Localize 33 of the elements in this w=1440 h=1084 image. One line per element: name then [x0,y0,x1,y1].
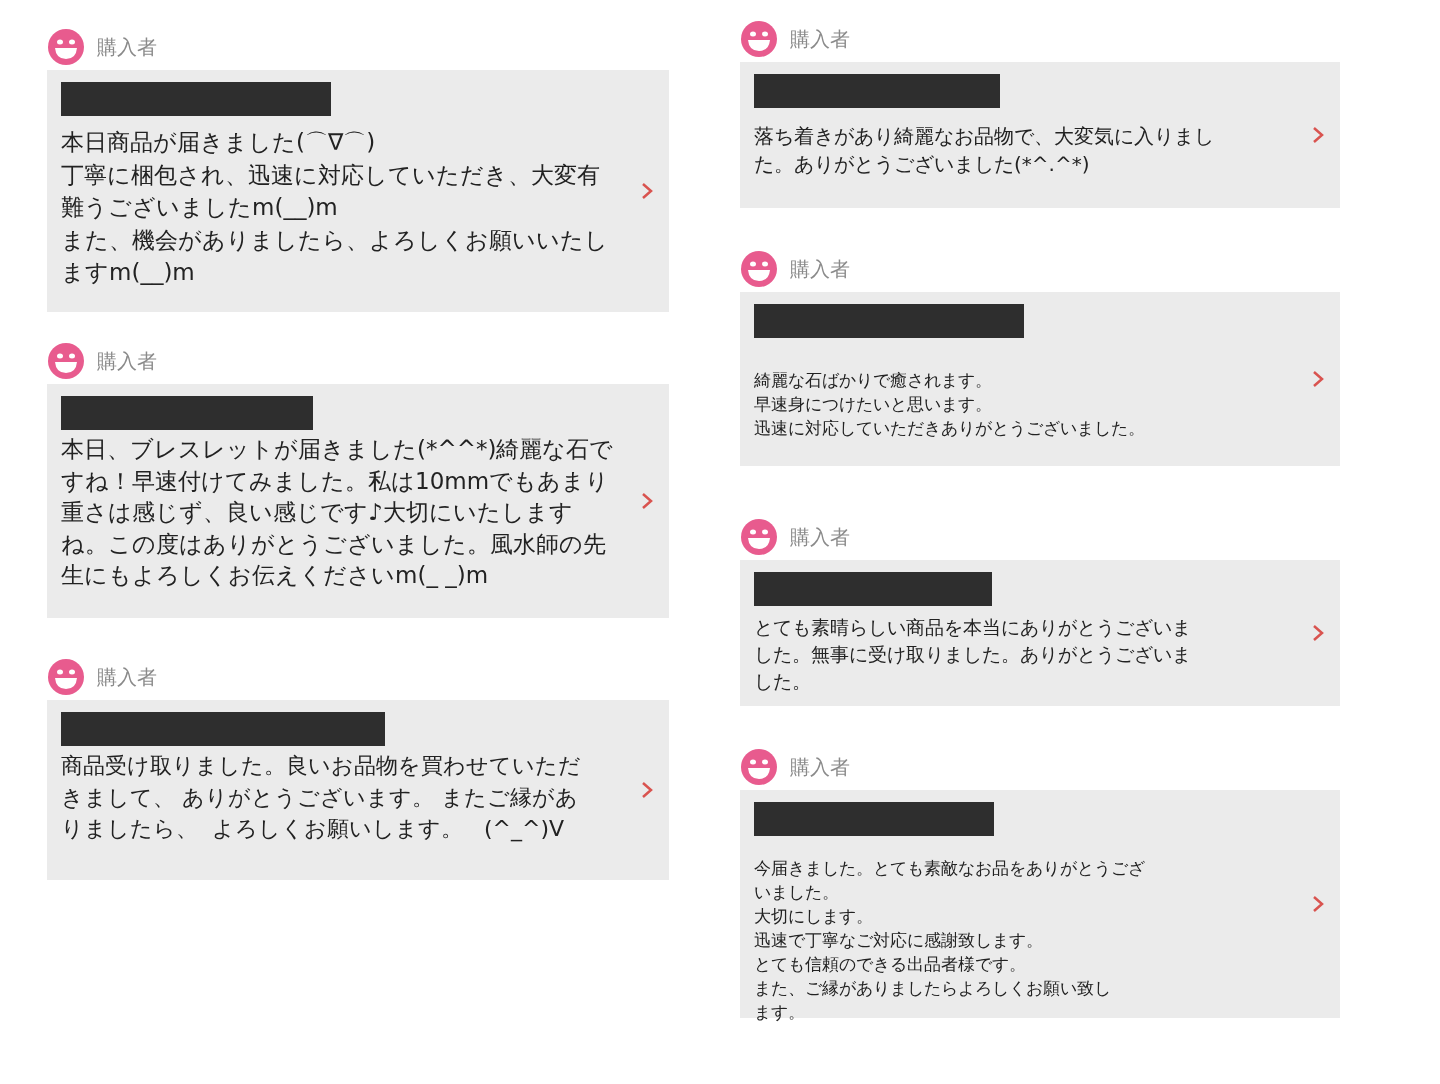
review-text: 本日、ブレスレットが届きました(*^^*)綺麗な石で すね！早速付けてみました。私は10mmでもあまり 重さは感じず、良い感じです♪大切にいたします ね。この度はありがとうございました。風水師の先 生にもよろしくお伝えくださいm(_ _)m [61,435,615,590]
smiley-avatar-icon [740,250,778,288]
smiley-avatar-icon [740,20,778,58]
reviewer-role: 購入者 [97,664,157,691]
chevron-right-icon [1312,624,1324,642]
chevron-right-icon [641,182,653,200]
chevron-right-icon [1312,126,1324,144]
chevron-right-icon [1312,370,1324,388]
review-text: 落ち着きがあり綺麗なお品物で、大変気に入りまし た。ありがとうございました(*^.^*) [754,123,1215,178]
review-card[interactable]: 落ち着きがあり綺麗なお品物で、大変気に入りまし た。ありがとうございました(*^.^*) [740,62,1340,208]
reviewer-role: 購入者 [97,348,157,375]
reviewer-role: 購入者 [790,524,850,551]
review-card[interactable]: 本日商品が届きました(⌒∇⌒) 丁寧に梱包され、迅速に対応していただき、大変有 難うございましたm(__)m また、機会がありましたら、よろしくお願いいたし ますm(__)m [47,70,669,312]
smiley-avatar-icon [47,342,85,380]
smiley-avatar-icon [740,748,778,786]
review-card[interactable]: とても素晴らしい商品を本当にありがとうございま した。無事に受け取りました。ありがとうございま した。 [740,560,1340,706]
review-card[interactable]: 商品受け取りました。良いお品物を買わせていただ きまして、 ありがとうございます。 またご縁があ りましたら、 よろしくお願いします。 (^_^)V [47,700,669,880]
review-card[interactable]: 綺麗な石ばかりで癒されます。 早速身につけたいと思います。 迅速に対応していただきありがとうございました。 [740,292,1340,466]
chevron-right-icon [641,492,653,510]
review-text: 綺麗な石ばかりで癒されます。 早速身につけたいと思います。 迅速に対応していただきありがとうございました。 [754,369,1146,440]
smiley-avatar-icon [740,518,778,556]
review-text: 商品受け取りました。良いお品物を買わせていただ きまして、 ありがとうございます。 またご縁があ りましたら、 よろしくお願いします。 (^_^)V [61,752,582,844]
reviewer-role: 購入者 [790,754,850,781]
review-text: 本日商品が届きました(⌒∇⌒) 丁寧に梱包され、迅速に対応していただき、大変有 難うございましたm(__)m また、機会がありましたら、よろしくお願いいたし ますm(__)m [61,128,609,287]
review-card[interactable]: 本日、ブレスレットが届きました(*^^*)綺麗な石で すね！早速付けてみました。私は10mmでもあまり 重さは感じず、良い感じです♪大切にいたします ね。この度はありがとうございました。風水師の先 生にもよろしくお伝えくださいm(_ _)m [47,384,669,618]
reviewer-role: 購入者 [790,256,850,283]
reviewer-role: 購入者 [790,26,850,53]
smiley-avatar-icon [47,658,85,696]
smiley-avatar-icon [47,28,85,66]
review-text: とても素晴らしい商品を本当にありがとうございま した。無事に受け取りました。ありがとうございま した。 [754,615,1192,694]
chevron-right-icon [1312,895,1324,913]
chevron-right-icon [641,781,653,799]
reviewer-role: 購入者 [97,34,157,61]
